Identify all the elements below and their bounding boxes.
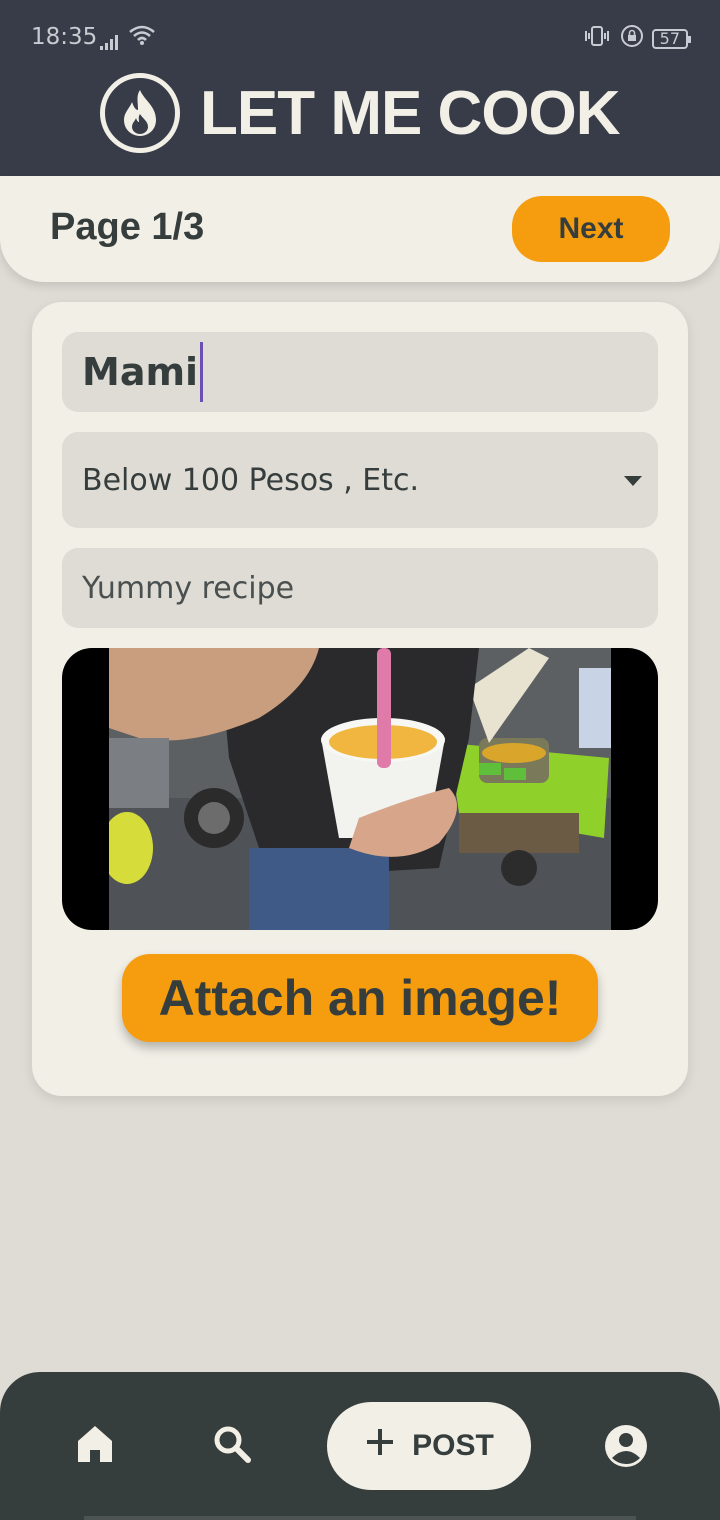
app-header: 18:35 57 LET ME COOK: [0, 0, 720, 176]
attached-image-preview[interactable]: [62, 648, 658, 930]
post-button[interactable]: POST: [327, 1402, 531, 1490]
home-icon[interactable]: [76, 1424, 114, 1468]
vibrate-icon: [582, 24, 612, 54]
price-range-value: Below 100 Pesos , Etc.: [82, 462, 420, 498]
text-cursor: [200, 342, 204, 402]
profile-icon[interactable]: [604, 1424, 648, 1472]
search-icon[interactable]: [212, 1424, 252, 1468]
page-indicator: Page 1/3: [50, 206, 205, 248]
status-time: 18:35: [31, 24, 98, 50]
app-title: LET ME COOK: [200, 78, 621, 148]
description-input[interactable]: Yummy recipe: [62, 548, 658, 628]
system-gesture-bar: [84, 1516, 636, 1520]
price-range-select[interactable]: Below 100 Pesos , Etc.: [62, 432, 658, 528]
signal-icon: [100, 30, 122, 56]
food-photo: [109, 648, 611, 930]
next-button[interactable]: Next: [512, 196, 670, 262]
status-right-icons: 57: [582, 24, 692, 54]
lock-rotation-icon: [620, 24, 644, 54]
brand: LET ME COOK: [100, 72, 621, 154]
status-bar: 18:35 57: [0, 0, 720, 76]
description-value: Yummy recipe: [82, 570, 295, 606]
wifi-icon: [128, 24, 156, 52]
page-bar: Page 1/3 Next: [0, 176, 720, 282]
bottom-nav: POST: [0, 1372, 720, 1520]
attach-image-button[interactable]: Attach an image!: [122, 954, 598, 1042]
recipe-name-value: Mami: [82, 350, 199, 394]
recipe-form-card: Mami Below 100 Pesos , Etc. Yummy recipe: [32, 302, 688, 1096]
dropdown-arrow-icon: [624, 476, 642, 486]
battery-indicator: 57: [651, 29, 692, 49]
plus-icon: [364, 1426, 396, 1466]
recipe-name-input[interactable]: Mami: [62, 332, 658, 412]
flame-logo-icon: [100, 73, 180, 153]
post-label: POST: [412, 1429, 494, 1462]
